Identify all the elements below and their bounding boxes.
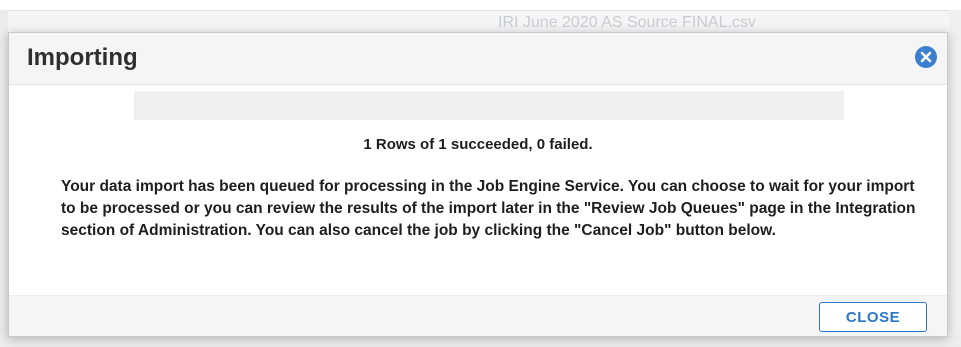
background-top-bar — [0, 0, 961, 11]
dialog-title: Importing — [27, 44, 138, 71]
importing-dialog: Importing 1 Rows of 1 succeeded, 0 faile… — [8, 32, 948, 337]
background-filename-text: IRI June 2020 AS Source FINAL.csv — [498, 14, 756, 31]
import-message: Your data import has been queued for pro… — [61, 178, 916, 239]
dialog-body: 1 Rows of 1 succeeded, 0 failed. Your da… — [9, 85, 947, 295]
dialog-header: Importing — [9, 33, 947, 85]
close-circle-x-icon[interactable] — [914, 45, 938, 69]
background-bottom-panel — [0, 336, 961, 347]
background-left-panel — [0, 10, 8, 347]
import-summary: 1 Rows of 1 succeeded, 0 failed. — [363, 136, 593, 153]
close-button[interactable]: CLOSE — [819, 302, 927, 332]
dialog-footer: CLOSE — [9, 295, 947, 336]
background-right-panel — [949, 10, 961, 347]
import-progress-bar — [134, 91, 844, 120]
